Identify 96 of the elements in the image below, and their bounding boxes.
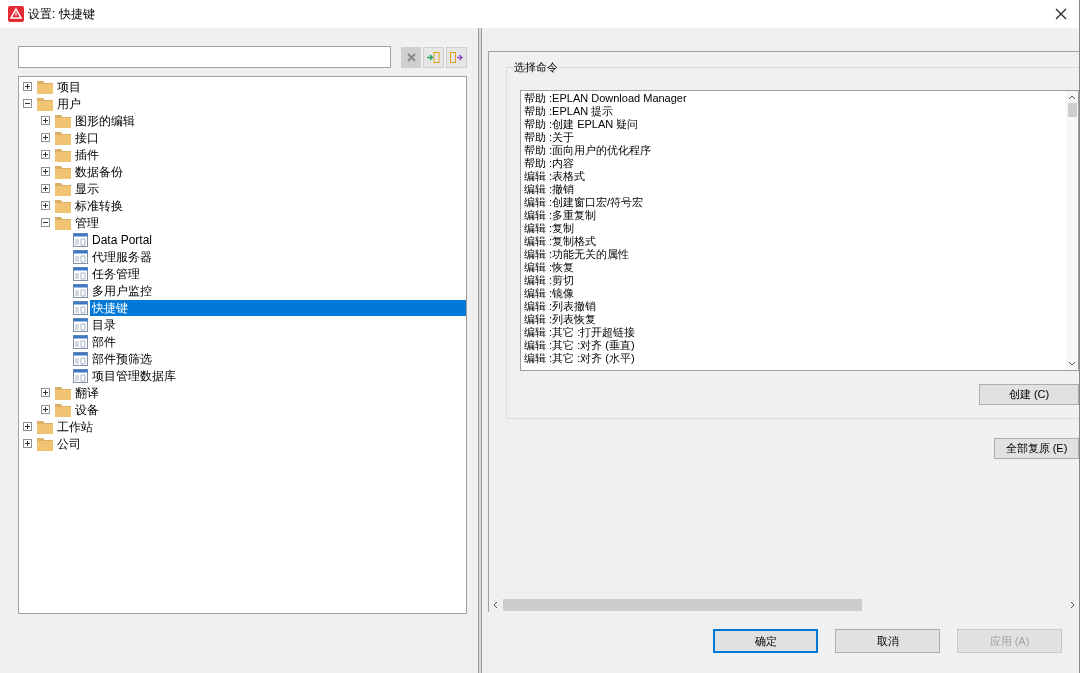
dialog-button[interactable]: 取消 — [835, 629, 940, 653]
window-title: 设置: 快捷键 — [28, 6, 95, 23]
folder-icon — [55, 164, 71, 179]
form-icon — [73, 283, 88, 298]
expand-icon[interactable] — [41, 116, 50, 125]
tree-item[interactable]: 接口 — [73, 129, 101, 146]
folder-icon — [55, 402, 71, 417]
close-icon[interactable] — [1055, 8, 1067, 20]
folder-icon — [55, 385, 71, 400]
tree-item[interactable]: 图形的编辑 — [73, 112, 137, 129]
tree-item[interactable]: 管理 — [73, 214, 101, 231]
command-item[interactable]: 编辑 :列表恢复 — [524, 313, 1066, 326]
expand-icon[interactable] — [41, 150, 50, 159]
command-item[interactable]: 编辑 :表格式 — [524, 170, 1066, 183]
command-item[interactable]: 帮助 :内容 — [524, 157, 1066, 170]
form-icon — [73, 368, 88, 383]
clear-button[interactable] — [401, 46, 421, 68]
expand-icon[interactable] — [41, 167, 50, 176]
folder-icon — [55, 113, 71, 128]
command-item[interactable]: 编辑 :其它 :对齐 (水平) — [524, 352, 1066, 365]
scroll-thumb[interactable] — [503, 598, 862, 611]
command-item[interactable]: 帮助 :面向用户的优化程序 — [524, 144, 1066, 157]
tree-item[interactable]: 快捷键 — [90, 299, 466, 316]
command-item[interactable]: 编辑 :其它 :打开超链接 — [524, 326, 1066, 339]
tree-item[interactable]: 部件预筛选 — [90, 350, 154, 367]
export-icon — [450, 51, 463, 63]
tree-item[interactable]: 工作站 — [55, 418, 95, 435]
expand-icon[interactable] — [41, 133, 50, 142]
folder-icon — [55, 181, 71, 196]
folder-icon — [55, 147, 71, 162]
collapse-icon[interactable] — [41, 218, 50, 227]
reset-all-button[interactable]: 全部复原 (E) — [994, 438, 1079, 459]
command-item[interactable]: 编辑 :复制 — [524, 222, 1066, 235]
form-icon — [73, 300, 88, 315]
tree-item[interactable]: 用户 — [55, 95, 83, 112]
scroll-thumb[interactable] — [1067, 103, 1077, 117]
tree-item[interactable]: 显示 — [73, 180, 101, 197]
folder-icon — [55, 215, 71, 230]
command-item[interactable]: 编辑 :功能无关的属性 — [524, 248, 1066, 261]
command-item[interactable]: 编辑 :多重复制 — [524, 209, 1066, 222]
command-item[interactable]: 编辑 :恢复 — [524, 261, 1066, 274]
tree-item[interactable]: Data Portal — [90, 231, 155, 248]
group-title: 选择命令 — [513, 59, 559, 75]
form-icon — [73, 266, 88, 281]
import-icon — [427, 51, 440, 63]
form-icon — [73, 334, 88, 349]
tree-item[interactable]: 翻译 — [73, 384, 101, 401]
expand-icon[interactable] — [41, 184, 50, 193]
collapse-icon[interactable] — [23, 99, 32, 108]
dialog-button[interactable]: 确定 — [713, 629, 818, 653]
command-item[interactable]: 编辑 :其它 :对齐 (垂直) — [524, 339, 1066, 352]
folder-icon — [37, 436, 53, 451]
vertical-scrollbar[interactable] — [1066, 91, 1078, 370]
tree-item[interactable]: 部件 — [90, 333, 118, 350]
close-icon — [406, 52, 416, 62]
tree-item[interactable]: 项目管理数据库 — [90, 367, 178, 384]
folder-icon — [55, 198, 71, 213]
tree-item[interactable]: 数据备份 — [73, 163, 125, 180]
command-item[interactable]: 编辑 :列表撤销 — [524, 300, 1066, 313]
tree-item[interactable]: 标准转换 — [73, 197, 125, 214]
create-button[interactable]: 创建 (C) — [979, 384, 1079, 405]
folder-icon — [37, 96, 53, 111]
command-item[interactable]: 编辑 :镜像 — [524, 287, 1066, 300]
tree-item[interactable]: 公司 — [55, 435, 83, 452]
warning-logo-icon — [8, 6, 24, 22]
tree-item[interactable]: 插件 — [73, 146, 101, 163]
command-item[interactable]: 编辑 :撤销 — [524, 183, 1066, 196]
expand-icon[interactable] — [23, 439, 32, 448]
tree-item[interactable]: 多用户监控 — [90, 282, 154, 299]
export-button[interactable] — [446, 46, 467, 68]
command-item[interactable]: 帮助 :关于 — [524, 131, 1066, 144]
tree-item[interactable]: 代理服务器 — [90, 248, 154, 265]
expand-icon[interactable] — [23, 422, 32, 431]
tree-item[interactable]: 设备 — [73, 401, 101, 418]
tree-item[interactable]: 任务管理 — [90, 265, 142, 282]
folder-icon — [55, 130, 71, 145]
import-button[interactable] — [423, 46, 444, 68]
form-icon — [73, 351, 88, 366]
command-item[interactable]: 编辑 :复制格式 — [524, 235, 1066, 248]
folder-icon — [37, 419, 53, 434]
command-item[interactable]: 帮助 :创建 EPLAN 疑问 — [524, 118, 1066, 131]
tree-item[interactable]: 项目 — [55, 78, 83, 95]
expand-icon[interactable] — [41, 201, 50, 210]
form-icon — [73, 317, 88, 332]
command-item[interactable]: 帮助 :EPLAN Download Manager — [524, 92, 1066, 105]
form-icon — [73, 232, 88, 247]
expand-icon[interactable] — [41, 388, 50, 397]
command-item[interactable]: 编辑 :剪切 — [524, 274, 1066, 287]
tree-item[interactable]: 目录 — [90, 316, 118, 333]
expand-icon[interactable] — [23, 82, 32, 91]
command-item[interactable]: 编辑 :创建窗口宏/符号宏 — [524, 196, 1066, 209]
command-item[interactable]: 帮助 :EPLAN 提示 — [524, 105, 1066, 118]
search-field[interactable] — [18, 46, 391, 68]
expand-icon[interactable] — [41, 405, 50, 414]
form-icon — [73, 249, 88, 264]
folder-icon — [37, 79, 53, 94]
